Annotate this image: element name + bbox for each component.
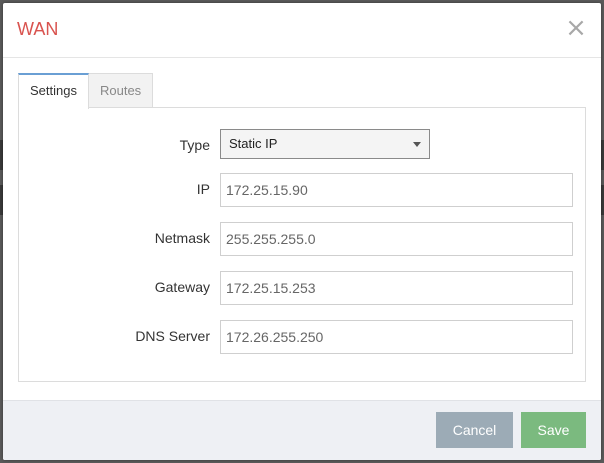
netmask-input[interactable] — [220, 222, 573, 256]
settings-panel: Type Static IP IP Netmask Gateway DNS Se… — [18, 107, 586, 382]
close-icon[interactable]: × — [565, 15, 587, 41]
dialog-title: WAN — [17, 19, 59, 39]
dialog-header: WAN × — [3, 3, 601, 58]
chevron-down-icon — [413, 142, 421, 147]
netmask-row: Netmask — [19, 222, 587, 256]
type-label: Type — [179, 137, 210, 153]
ip-label: IP — [196, 181, 210, 197]
gateway-label: Gateway — [154, 279, 210, 295]
type-row: Type Static IP — [19, 129, 587, 163]
ip-row: IP — [19, 173, 587, 207]
ip-input[interactable] — [220, 173, 573, 207]
dns-row: DNS Server — [19, 320, 587, 354]
dialog-footer: Cancel Save — [3, 400, 601, 460]
wan-dialog: WAN × Settings Routes Type Static IP IP … — [3, 3, 601, 460]
gateway-row: Gateway — [19, 271, 587, 305]
netmask-label: Netmask — [154, 230, 210, 246]
type-select[interactable]: Static IP — [220, 129, 430, 159]
tab-bar: Settings Routes — [18, 73, 154, 109]
dns-label: DNS Server — [135, 328, 210, 344]
type-select-value: Static IP — [229, 136, 278, 151]
cancel-button[interactable]: Cancel — [436, 412, 513, 448]
save-button[interactable]: Save — [521, 412, 586, 448]
gateway-input[interactable] — [220, 271, 573, 305]
dns-input[interactable] — [220, 320, 573, 354]
tab-settings[interactable]: Settings — [18, 73, 89, 109]
tab-routes[interactable]: Routes — [88, 73, 154, 108]
